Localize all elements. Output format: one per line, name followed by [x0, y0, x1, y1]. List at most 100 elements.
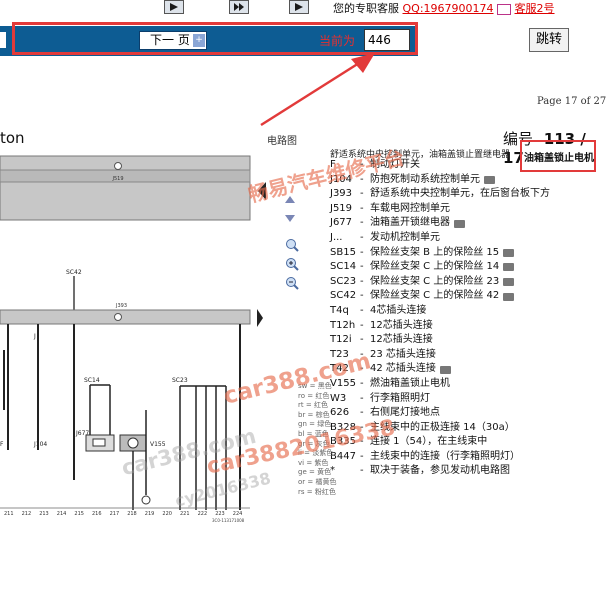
legend-desc: 发动机控制单元	[370, 231, 440, 243]
legend-code: SC14	[330, 261, 357, 273]
wire-color-item: br = 棕色	[298, 410, 330, 419]
page-indicator: Page 17 of 27	[537, 96, 607, 107]
legend-row: T4q -4芯插头连接	[330, 304, 550, 319]
legend-desc: 保险丝支架 C 上的保险丝 14	[370, 261, 500, 273]
legend-desc: 油箱盖开锁继电器	[370, 217, 450, 229]
j677-label: J677	[75, 430, 89, 437]
camera-icon[interactable]	[484, 175, 495, 184]
legend-desc: 取决于装备，参见发动机电路图	[370, 465, 510, 477]
legend-row: V155- 燃油箱盖锁止电机	[330, 377, 550, 392]
f-label: F	[0, 441, 4, 448]
zoom-plus-icon[interactable]	[285, 257, 299, 271]
legend-dash: -	[360, 217, 364, 229]
ruler-number: 220	[162, 511, 172, 517]
wire-color-item: ge = 黄色	[298, 468, 332, 477]
legend-row: T12i -12芯插头连接	[330, 333, 550, 348]
legend-row: J519- 车载电网控制单元	[330, 202, 550, 217]
sc14-label: SC14	[84, 377, 100, 384]
ruler-number: 221	[180, 511, 190, 517]
legend-dash: -	[360, 319, 364, 331]
bus-j519-label: J519	[111, 176, 123, 182]
legend-code: J...	[330, 231, 343, 243]
diagram-ref: 3C0-113171008	[212, 518, 245, 523]
legend-row: SC14- 保险丝支架 C 上的保险丝 14	[330, 260, 550, 275]
camera-icon[interactable]	[439, 365, 451, 374]
nav-first-icon[interactable]	[164, 0, 184, 14]
legend-dash: -	[360, 377, 364, 389]
legend-row: J677- 油箱盖开锁继电器	[330, 216, 550, 231]
legend-desc: 12芯插头连接	[370, 334, 433, 346]
legend-row: SB15- 保险丝支架 B 上的保险丝 15	[330, 246, 550, 261]
legend-row: 626- 右侧尾灯接地点	[330, 406, 550, 421]
legend-code: T4q	[330, 304, 349, 316]
j104-label: J104	[33, 441, 47, 448]
legend-code: T12h	[330, 319, 356, 331]
legend-code: SC42	[330, 290, 357, 302]
legend-row: SC42- 保险丝支架 C 上的保险丝 42	[330, 289, 550, 304]
wire-color-item: rt = 红色	[298, 401, 328, 410]
legend-desc: 主线束中的连接（行李箱照明灯）	[370, 450, 520, 462]
zoom-in-icon[interactable]	[285, 238, 299, 252]
camera-icon[interactable]	[503, 292, 515, 301]
legend-dash: -	[360, 290, 364, 302]
legend-desc: 舒适系统中央控制单元，在后窗台板下方	[370, 188, 550, 200]
legend-desc: 12芯插头连接	[370, 319, 433, 331]
ruler-number: 212	[22, 511, 32, 517]
legend-desc: 保险丝支架 B 上的保险丝 15	[370, 246, 500, 258]
qq-link-2[interactable]: 客服2号	[515, 2, 555, 15]
legend-dash: -	[360, 246, 364, 258]
legend-desc: 行李箱照明灯	[370, 392, 430, 404]
ruler-number: 211	[4, 511, 14, 517]
ruler-number: 222	[198, 511, 208, 517]
ruler-number: 217	[110, 511, 120, 517]
legend-row: W3- 行李箱照明灯	[330, 392, 550, 407]
sc42-label: SC42	[66, 269, 82, 276]
ruler-number: 224	[233, 511, 243, 517]
ruler-number: 218	[127, 511, 137, 517]
legend-dash: -	[360, 261, 364, 273]
legend-dash: -	[360, 202, 364, 214]
legend-desc: 防抱死制动系统控制单元	[370, 173, 480, 185]
legend-desc: 燃油箱盖锁止电机	[370, 377, 450, 389]
ruler-numbers: 211 212 213 214 215 216 217 218 219 220 221 222 223 2…	[4, 511, 242, 517]
ruler-number: 216	[92, 511, 102, 517]
legend-row: J... - 发动机控制单元	[330, 231, 550, 246]
legend-dash: -	[360, 304, 364, 316]
legend-dash: -	[360, 407, 364, 419]
legend-row: * - 取决于装备，参见发动机电路图	[330, 464, 550, 479]
mail-icon	[497, 3, 512, 15]
nav-next-icon[interactable]	[289, 0, 309, 14]
bus-j393-label: J393	[115, 303, 127, 309]
legend-code: SB15	[330, 246, 356, 258]
nav-prev-icon[interactable]	[229, 0, 249, 14]
red-arrow-icon	[260, 53, 375, 127]
ruler-number: 215	[74, 511, 84, 517]
sc23-label: SC23	[172, 377, 188, 384]
wire-color-item: ro = 红色	[298, 391, 330, 400]
wire-color-item: or = 橘黄色	[298, 477, 337, 486]
ruler-number: 213	[39, 511, 49, 517]
legend-row: B447- 主线束中的连接（行李箱照明灯）	[330, 450, 550, 465]
camera-icon[interactable]	[503, 248, 515, 257]
camera-icon[interactable]	[454, 219, 465, 228]
legend-dash: -	[360, 450, 364, 462]
legend-desc: 23 芯插头连接	[370, 348, 436, 360]
camera-icon[interactable]	[503, 263, 515, 272]
legend-desc: 4芯插头连接	[370, 304, 427, 316]
legend-desc: 保险丝支架 C 上的保险丝 42	[370, 290, 500, 302]
doc-title-fragment: ton	[0, 129, 25, 147]
zoom-out-icon[interactable]	[285, 276, 299, 290]
legend-code: T12i	[330, 334, 352, 346]
legend-dash: -	[360, 275, 364, 287]
legend-dash: -	[360, 465, 364, 477]
ruler-number: 223	[215, 511, 225, 517]
legend-row: T12h -12芯插头连接	[330, 319, 550, 334]
jump-button[interactable]: 跳转	[529, 28, 569, 52]
legend-row: J393- 舒适系统中央控制单元，在后窗台板下方	[330, 187, 550, 202]
wire-color-item: rs = 粉红色	[298, 487, 336, 496]
qq-link[interactable]: QQ:1967900174	[403, 2, 494, 15]
qq-prefix: 您的专职客服	[333, 2, 399, 15]
camera-icon[interactable]	[503, 278, 515, 287]
legend-desc: 42 芯插头连接	[370, 363, 436, 375]
ruler-number: 219	[145, 511, 155, 517]
